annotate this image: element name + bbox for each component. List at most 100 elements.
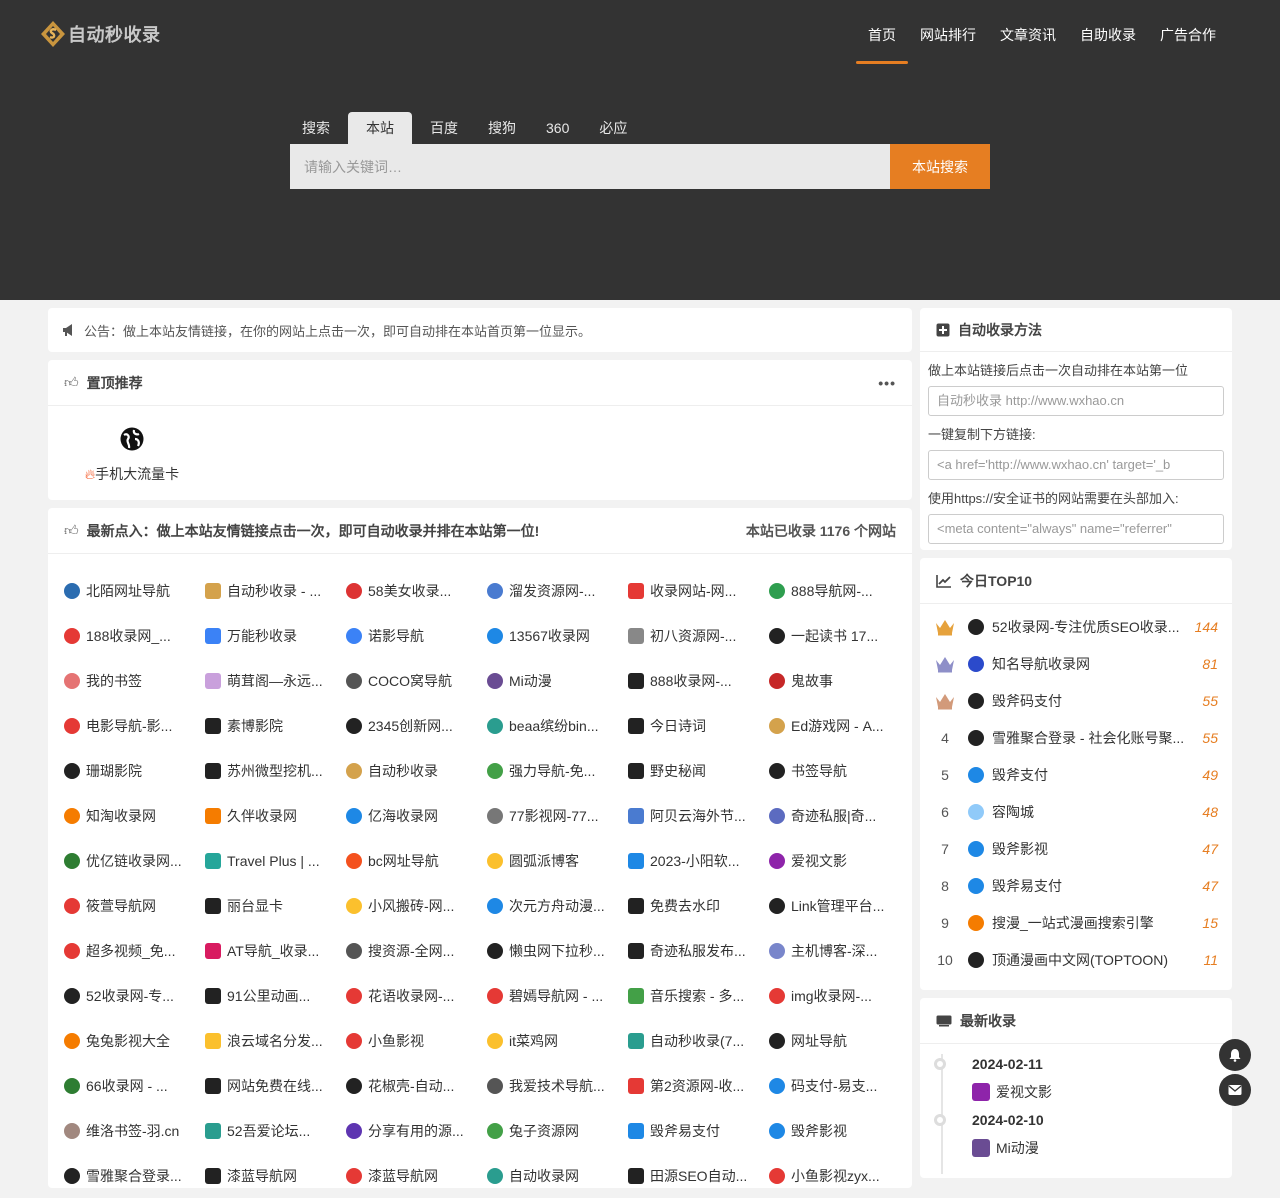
pinned-site[interactable]: 🔥︎手机大流量卡 (76, 426, 188, 484)
site-item[interactable]: 强力导航-免... (487, 748, 628, 793)
top10-row[interactable]: 4 雪雅聚合登录 - 社会化账号聚... 55 (920, 719, 1232, 756)
site-item[interactable]: 52收录网-专... (64, 973, 205, 1018)
site-item[interactable]: 书签导航 (769, 748, 910, 793)
site-item[interactable]: 今日诗词 (628, 703, 769, 748)
site-item[interactable]: 诺影导航 (346, 613, 487, 658)
site-item[interactable]: 收录网站-网... (628, 568, 769, 613)
site-item[interactable]: 丽台显卡 (205, 883, 346, 928)
site-item[interactable]: 码支付-易支... (769, 1063, 910, 1108)
site-item[interactable]: Ed游戏网 - A... (769, 703, 910, 748)
tab-bing[interactable]: 必应 (587, 112, 639, 144)
top10-row[interactable]: 5 毁斧支付 49 (920, 756, 1232, 793)
site-item[interactable]: 万能秒收录 (205, 613, 346, 658)
site-item[interactable]: 苏州微型挖机... (205, 748, 346, 793)
site-item[interactable]: 免费去水印 (628, 883, 769, 928)
site-item[interactable]: 网址导航 (769, 1018, 910, 1063)
site-item[interactable]: 58美女收录... (346, 568, 487, 613)
site-link-field[interactable]: 自动秒收录 http://www.wxhao.cn (928, 386, 1224, 416)
site-item[interactable]: 小风搬砖-网... (346, 883, 487, 928)
site-item[interactable]: 91公里动画... (205, 973, 346, 1018)
site-item[interactable]: 77影视网-77... (487, 793, 628, 838)
site-item[interactable]: 我的书签 (64, 658, 205, 703)
site-item[interactable]: 花语收录网-... (346, 973, 487, 1018)
nav-articles[interactable]: 文章资讯 (988, 0, 1068, 64)
top10-row[interactable]: 7 毁斧影视 47 (920, 830, 1232, 867)
site-item[interactable]: 毁斧易支付 (628, 1108, 769, 1153)
top10-row[interactable]: 9 搜漫_一站式漫画搜索引擎 15 (920, 904, 1232, 941)
site-item[interactable]: 第2资源网-收... (628, 1063, 769, 1108)
site-item[interactable]: 兔兔影视大全 (64, 1018, 205, 1063)
site-item[interactable]: img收录网-... (769, 973, 910, 1018)
timeline-site[interactable]: Mi动漫 (972, 1130, 1052, 1166)
site-item[interactable]: 2023-小阳软... (628, 838, 769, 883)
top10-row[interactable]: 知名导航收录网 81 (920, 645, 1232, 682)
site-item[interactable]: 维洛书签-羽.cn (64, 1108, 205, 1153)
site-item[interactable]: 搜资源-全网... (346, 928, 487, 973)
site-item[interactable]: 筱萱导航网 (64, 883, 205, 928)
site-item[interactable]: 电影导航-影... (64, 703, 205, 748)
site-item[interactable]: 素博影院 (205, 703, 346, 748)
site-item[interactable]: 懒虫网下拉秒... (487, 928, 628, 973)
site-item[interactable]: 久伴收录网 (205, 793, 346, 838)
site-item[interactable]: COCO窝导航 (346, 658, 487, 703)
top10-row[interactable]: 8 毁斧易支付 47 (920, 867, 1232, 904)
site-item[interactable]: 圆弧派博客 (487, 838, 628, 883)
tab-baidu[interactable]: 百度 (418, 112, 470, 144)
site-item[interactable]: 知淘收录网 (64, 793, 205, 838)
site-item[interactable]: 888导航网-... (769, 568, 910, 613)
site-item[interactable]: 小鱼影视zyx... (769, 1153, 910, 1198)
site-item[interactable]: 兔子资源网 (487, 1108, 628, 1153)
nav-ads[interactable]: 广告合作 (1148, 0, 1228, 64)
site-item[interactable]: 阿贝云海外节... (628, 793, 769, 838)
site-item[interactable]: 小鱼影视 (346, 1018, 487, 1063)
site-item[interactable]: 888收录网-... (628, 658, 769, 703)
notification-bell-button[interactable] (1219, 1039, 1251, 1071)
site-item[interactable]: 鬼故事 (769, 658, 910, 703)
site-item[interactable]: Mi动漫 (487, 658, 628, 703)
site-item[interactable]: 52吾爱论坛... (205, 1108, 346, 1153)
meta-referrer-field[interactable]: <meta content="always" name="referrer" (928, 514, 1224, 544)
top10-row[interactable]: 10 顶通漫画中文网(TOPTOON) 11 (920, 941, 1232, 978)
site-item[interactable]: it菜鸡网 (487, 1018, 628, 1063)
site-item[interactable]: 毁斧影视 (769, 1108, 910, 1153)
site-item[interactable]: 花椒壳-自动... (346, 1063, 487, 1108)
site-item[interactable]: beaa缤纷bin... (487, 703, 628, 748)
site-item[interactable]: 66收录网 - ... (64, 1063, 205, 1108)
site-item[interactable]: 音乐搜索 - 多... (628, 973, 769, 1018)
search-input[interactable] (290, 144, 890, 189)
site-item[interactable]: 浪云域名分发... (205, 1018, 346, 1063)
site-item[interactable]: 漆蓝导航网 (346, 1153, 487, 1198)
site-item[interactable]: 初八资源网-... (628, 613, 769, 658)
nav-home[interactable]: 首页 (856, 0, 908, 64)
site-item[interactable]: 北陌网址导航 (64, 568, 205, 613)
link-code-field[interactable]: <a href='http://www.wxhao.cn' target='_b (928, 450, 1224, 480)
search-button[interactable]: 本站搜索 (890, 144, 990, 189)
site-item[interactable]: 13567收录网 (487, 613, 628, 658)
site-item[interactable]: 一起读书 17... (769, 613, 910, 658)
tab-search[interactable]: 搜索 (290, 112, 342, 144)
top10-row[interactable]: 6 容陶城 48 (920, 793, 1232, 830)
top10-row[interactable]: 毁斧码支付 55 (920, 682, 1232, 719)
tab-sogou[interactable]: 搜狗 (476, 112, 528, 144)
site-item[interactable]: 田源SEO自动... (628, 1153, 769, 1198)
site-item[interactable]: 主机博客-深... (769, 928, 910, 973)
tab-this-site[interactable]: 本站 (348, 112, 412, 144)
site-item[interactable]: 自动收录网 (487, 1153, 628, 1198)
site-item[interactable]: 爱视文影 (769, 838, 910, 883)
site-item[interactable]: 珊瑚影院 (64, 748, 205, 793)
site-item[interactable]: 188收录网_... (64, 613, 205, 658)
site-item[interactable]: 亿海收录网 (346, 793, 487, 838)
site-item[interactable]: 优亿链收录网... (64, 838, 205, 883)
site-item[interactable]: 雪雅聚合登录... (64, 1153, 205, 1198)
site-item[interactable]: Travel Plus | ... (205, 838, 346, 883)
site-item[interactable]: bc网址导航 (346, 838, 487, 883)
site-item[interactable]: 网站免费在线... (205, 1063, 346, 1108)
site-item[interactable]: 漆蓝导航网 (205, 1153, 346, 1198)
site-item[interactable]: 奇迹私服|奇... (769, 793, 910, 838)
site-item[interactable]: AT导航_收录... (205, 928, 346, 973)
site-item[interactable]: 自动秒收录(7... (628, 1018, 769, 1063)
message-button[interactable] (1219, 1074, 1251, 1106)
site-item[interactable]: 自动秒收录 (346, 748, 487, 793)
site-item[interactable]: 我爱技术导航... (487, 1063, 628, 1108)
site-item[interactable]: 2345创新网... (346, 703, 487, 748)
